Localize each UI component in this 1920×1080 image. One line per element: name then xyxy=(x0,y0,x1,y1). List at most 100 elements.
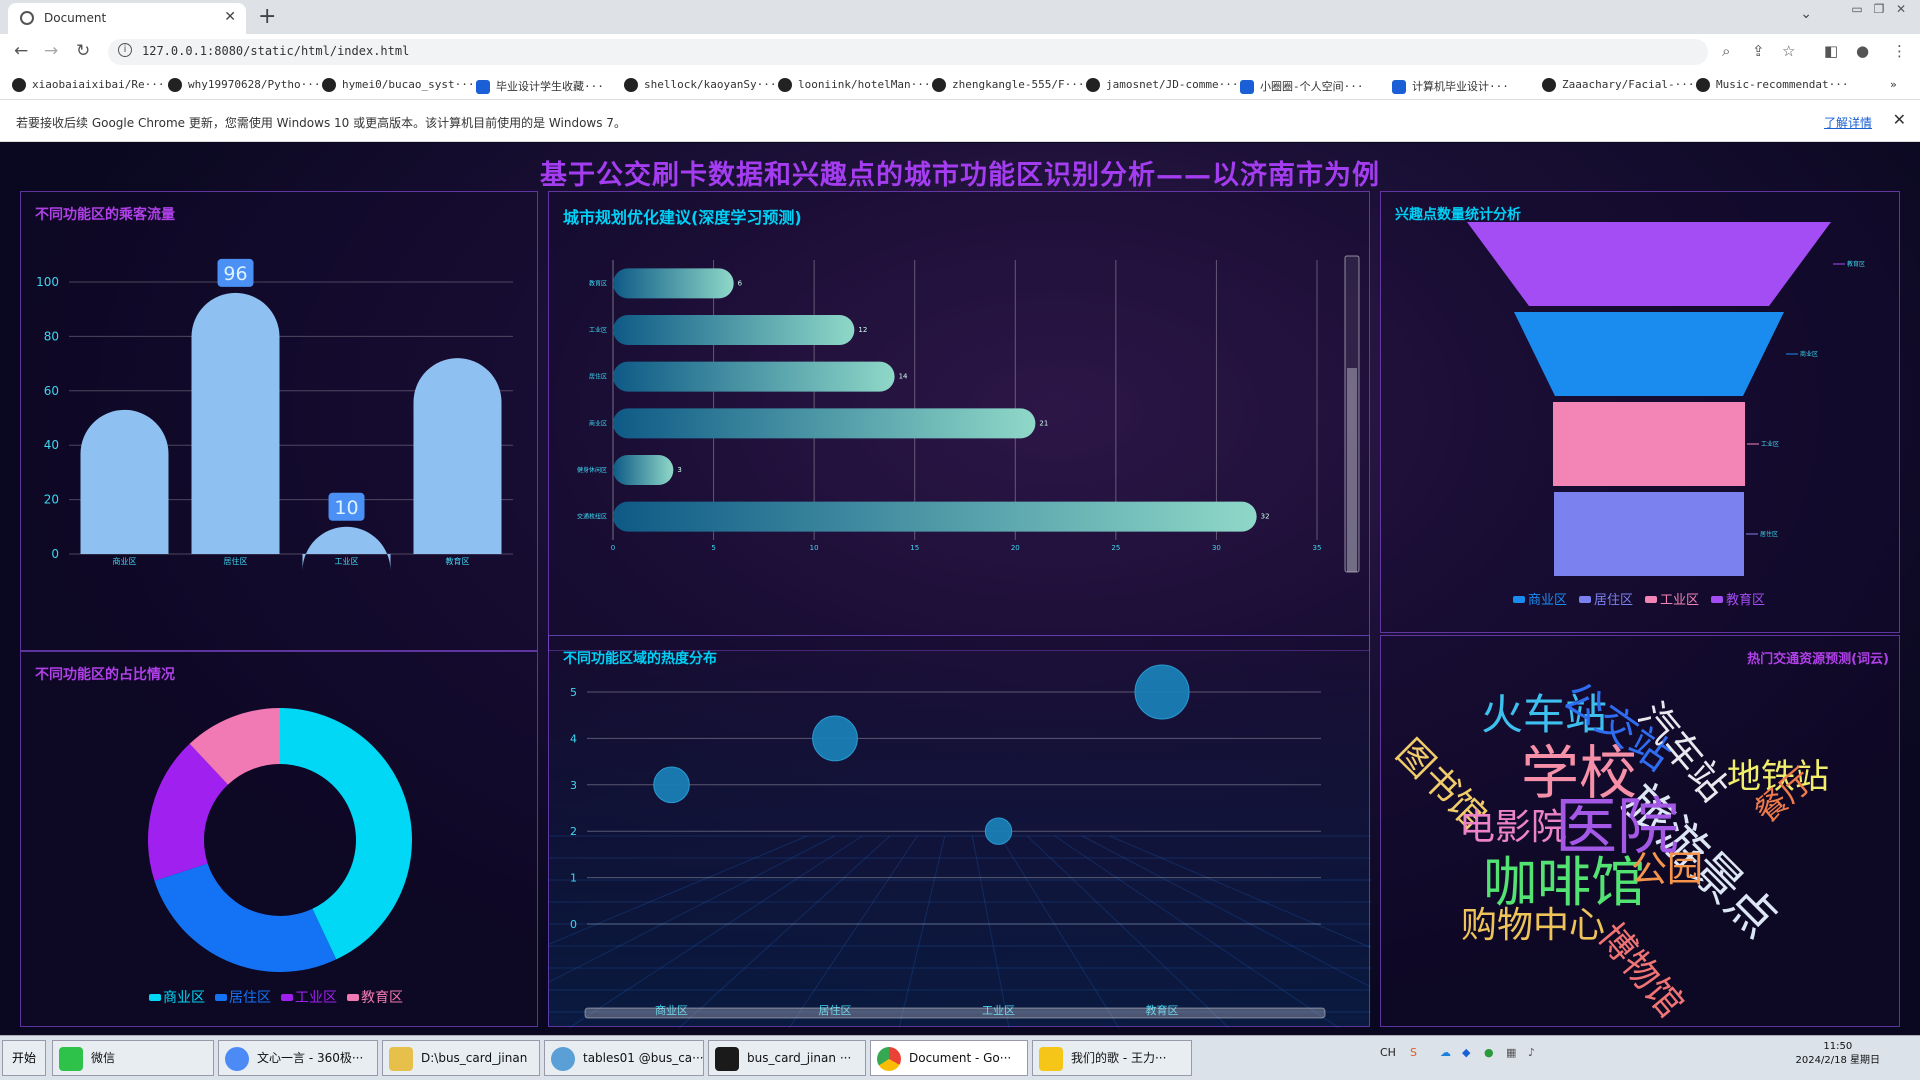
panel-wordcloud: 热门交通资源预测(词云) 火车站 公交站 汽车站 图书馆 学校 旅游景点 地铁站 电影院 医院餐… xyxy=(1380,635,1900,1027)
bookmark-item[interactable]: why19970628/Pytho··· xyxy=(168,78,320,92)
new-tab-button[interactable]: + xyxy=(258,4,276,29)
bookmark-item[interactable]: jamosnet/JD-comme··· xyxy=(1086,78,1238,92)
data-label: 32 xyxy=(1261,513,1270,521)
input-method-icon[interactable]: S xyxy=(1410,1046,1417,1059)
browser-tabbar: Document ✕ + ⌄ ▭ ❐ ✕ xyxy=(0,0,1920,34)
bookmark-item[interactable]: xiaobaiaixibai/Re··· xyxy=(12,78,164,92)
bookmark-item[interactable]: Zaaachary/Facial-··· xyxy=(1542,78,1694,92)
restore-icon[interactable]: ❐ xyxy=(1868,2,1890,16)
bar xyxy=(613,268,734,299)
music-icon xyxy=(1039,1047,1063,1071)
funnel-segment xyxy=(1514,312,1784,396)
bookmark-item[interactable]: 小圈圈-个人空间··· xyxy=(1240,78,1364,94)
tab-document[interactable]: Document ✕ xyxy=(8,3,246,34)
omnibox[interactable]: i 127.0.0.1:8080/static/html/index.html xyxy=(108,39,1708,65)
security-icon[interactable]: ● xyxy=(1484,1046,1494,1059)
funnel-label: 商业区 xyxy=(1800,350,1818,358)
close-window-icon[interactable]: ✕ xyxy=(1890,2,1912,16)
cloud-icon[interactable]: ☁ xyxy=(1440,1046,1451,1059)
language-indicator[interactable]: CH xyxy=(1380,1046,1396,1059)
legend-swatch xyxy=(1513,596,1525,603)
back-icon[interactable]: ← xyxy=(14,41,28,61)
y-tick-label: 4 xyxy=(570,732,577,745)
share-icon[interactable]: ⇪ xyxy=(1752,42,1765,60)
taskbar-item-chrome[interactable]: Document - Go··· xyxy=(870,1040,1028,1076)
funnel-segment xyxy=(1554,492,1744,576)
y-tick-label: 3 xyxy=(570,779,577,792)
y-tick-label: 健身休闲区 xyxy=(577,466,607,474)
taskbar-item-music[interactable]: 我们的歌 - 王力··· xyxy=(1032,1040,1192,1076)
chrome-icon xyxy=(877,1047,901,1071)
clock[interactable]: 11:50 2024/2/18 星期日 xyxy=(1796,1040,1880,1068)
more-bookmarks-icon[interactable]: » xyxy=(1890,78,1897,91)
bar xyxy=(613,501,1257,532)
bookmark-item[interactable]: 毕业设计学生收藏··· xyxy=(476,78,604,94)
x-tick-label: 0 xyxy=(611,544,615,552)
close-icon[interactable]: ✕ xyxy=(1893,110,1906,129)
bar xyxy=(413,358,502,554)
x-tick-label: 25 xyxy=(1111,544,1120,552)
zoom-icon[interactable]: ⌕ xyxy=(1722,42,1730,60)
backdrop-grid xyxy=(348,835,808,1029)
minimize-icon[interactable]: ▭ xyxy=(1846,2,1868,16)
bar xyxy=(613,361,895,392)
taskbar-item-browser360[interactable]: 文心一言 - 360极··· xyxy=(218,1040,378,1076)
panel-title: 不同功能区的占比情况 xyxy=(35,667,175,683)
data-label: 6 xyxy=(738,279,743,287)
learn-more-link[interactable]: 了解详情 xyxy=(1824,114,1872,131)
sidebar-icon[interactable]: ◧ xyxy=(1824,42,1838,60)
menu-icon[interactable]: ⋮ xyxy=(1892,42,1907,60)
y-tick-label: 100 xyxy=(36,275,59,289)
start-button[interactable]: 开始 xyxy=(2,1040,46,1076)
taskbar-item-pycharm[interactable]: bus_card_jinan ··· xyxy=(708,1040,866,1076)
bookmark-item[interactable]: Music-recommendat··· xyxy=(1696,78,1848,92)
bookmark-item[interactable]: 计算机毕业设计··· xyxy=(1392,78,1509,94)
dashboard: 基于公交刷卡数据和兴趣点的城市功能区识别分析——以济南市为例 不同功能区的乘客流… xyxy=(0,143,1920,1035)
globe-icon xyxy=(20,11,34,25)
panel-heat-distribution: 不同功能区域的热度分布 012345商业区居住区工业区教育区 xyxy=(348,635,1560,1029)
bar xyxy=(613,455,674,485)
info-icon[interactable]: i xyxy=(118,43,132,57)
wordcloud-word: 博物馆 xyxy=(1589,916,1691,1026)
volume-icon[interactable]: ♪ xyxy=(1528,1046,1535,1059)
bookmark-item[interactable]: looniink/hotelMan··· xyxy=(778,78,930,92)
scatter-point xyxy=(1134,664,1190,720)
reload-icon[interactable]: ↻ xyxy=(76,41,90,61)
panel-title: 不同功能区域的热度分布 xyxy=(563,651,717,667)
url-text[interactable]: 127.0.0.1:8080/static/html/index.html xyxy=(142,44,409,58)
backdrop-grid xyxy=(898,835,946,1029)
taskbar-item-database[interactable]: tables01 @bus_ca··· xyxy=(544,1040,704,1076)
close-icon[interactable]: ✕ xyxy=(224,9,236,25)
x-tick-label: 20 xyxy=(1011,544,1020,552)
y-tick-label: 80 xyxy=(44,329,59,343)
legend-label: 居住区 xyxy=(229,990,271,1006)
chevron-down-icon[interactable]: ⌄ xyxy=(1800,6,1812,22)
donut-slice xyxy=(154,863,337,972)
backdrop-grid xyxy=(999,835,1120,1029)
donut-chart: 商业区 居住区 工业区 教育区 xyxy=(148,708,412,1006)
funnel-chart: 教育区商业区工业区居住区商业区 居住区 工业区 教育区 xyxy=(1467,222,1865,608)
star-icon[interactable]: ☆ xyxy=(1782,42,1795,60)
panel-proportion: 不同功能区的占比情况 商业区 居住区 工业区 教育区 xyxy=(20,651,538,1027)
x-tick-label: 居住区 xyxy=(224,556,248,566)
taskbar-item-wechat[interactable]: 微信 xyxy=(52,1040,214,1076)
x-tick-label: 教育区 xyxy=(446,556,470,566)
network-icon[interactable]: ▦ xyxy=(1506,1046,1516,1059)
bookmark-item[interactable]: zhengkangle-555/F··· xyxy=(932,78,1084,92)
taskbar-item-explorer[interactable]: D:\bus_card_jinan xyxy=(382,1040,540,1076)
bookmark-item[interactable]: hymei0/bucao_syst··· xyxy=(322,78,474,92)
panel-passenger-flow: 不同功能区的乘客流量 0 20 40 60 80 100 商业区 居住区 96 工业区 10 教育区 xyxy=(20,191,538,651)
funnel-label: 居住区 xyxy=(1760,530,1778,538)
backdrop-grid xyxy=(1026,835,1230,1029)
funnel-label: 教育区 xyxy=(1847,260,1865,268)
browser-icon xyxy=(225,1047,249,1071)
forward-icon[interactable]: → xyxy=(44,41,58,61)
profile-icon[interactable]: ● xyxy=(1856,42,1869,60)
bookmark-item[interactable]: shellock/kaoyanSy··· xyxy=(624,78,776,92)
backdrop-grid xyxy=(788,835,918,1029)
shield-icon[interactable]: ◆ xyxy=(1462,1046,1470,1059)
y-tick-label: 交通枚纽区 xyxy=(577,513,607,521)
y-tick-label: 工业区 xyxy=(589,326,607,334)
funnel-label: 工业区 xyxy=(1761,440,1779,448)
bar xyxy=(191,292,280,554)
